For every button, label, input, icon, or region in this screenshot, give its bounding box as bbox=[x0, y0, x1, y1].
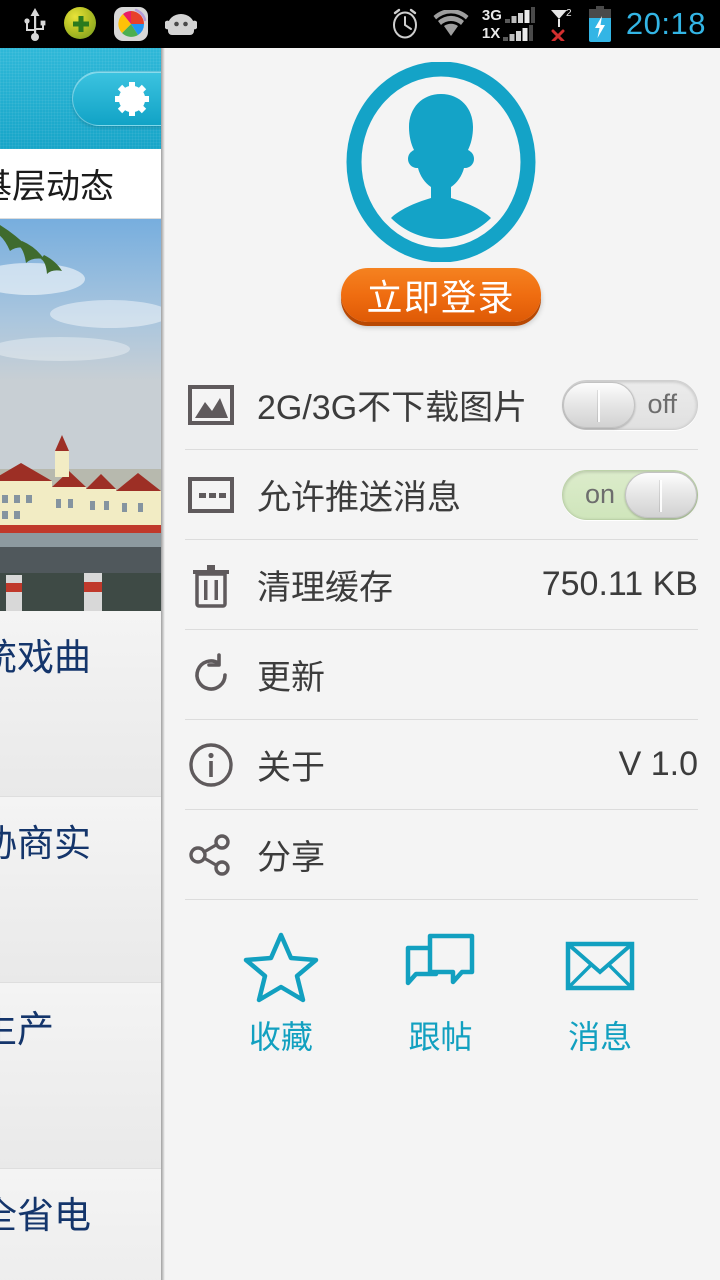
background-list-item-label: 全省电 bbox=[0, 1195, 91, 1236]
settings-gear-button[interactable] bbox=[72, 71, 161, 126]
background-article-photo bbox=[0, 219, 161, 611]
background-list-item-label: 协商实 bbox=[0, 823, 91, 864]
toggle-state-label: on bbox=[585, 479, 616, 509]
info-icon bbox=[185, 739, 237, 791]
settings-row-allow-push[interactable]: 允许推送消息 on bbox=[185, 450, 698, 540]
shortcut-favorites[interactable]: 收藏 bbox=[241, 930, 321, 1058]
background-list-item-label: 统戏曲 bbox=[0, 637, 91, 678]
battery-charging-icon bbox=[588, 6, 611, 42]
alarm-clock-icon bbox=[392, 8, 417, 39]
status-bar-right-icons: 3G 1X 2 20:18 bbox=[390, 6, 720, 42]
toggle-no-image-download[interactable]: off bbox=[562, 379, 698, 430]
toggle-state-label: off bbox=[647, 389, 677, 419]
settings-row-about[interactable]: 关于 V 1.0 bbox=[185, 720, 698, 810]
settings-row-label: 关于 bbox=[257, 749, 325, 787]
status-bar-left-icons bbox=[0, 7, 198, 41]
settings-row-label: 允许推送消息 bbox=[257, 479, 461, 517]
settings-panel: 立即登录 2G/3G不下载图片 off 允许推送消息 on 清理缓存 750.1… bbox=[161, 48, 720, 1280]
chat-icon bbox=[406, 933, 475, 986]
shortcut-label: 消息 bbox=[568, 1019, 633, 1055]
settings-row-no-image-download[interactable]: 2G/3G不下载图片 off bbox=[185, 360, 698, 450]
settings-row-share[interactable]: 分享 bbox=[185, 810, 698, 900]
phone-screen: 3G 1X 2 20:18 层动态 戏曲 商实 产 省电 立即登录 2G/3G不… bbox=[0, 0, 720, 1280]
status-bar-clock: 20:18 bbox=[625, 6, 706, 41]
bottom-shortcut-row: 收藏 跟帖 消息 bbox=[161, 900, 720, 1058]
toggle-knob[interactable] bbox=[625, 471, 697, 518]
push-message-icon bbox=[185, 469, 237, 521]
background-list-item-label: 生产 bbox=[0, 1009, 54, 1050]
avatar-container bbox=[161, 62, 720, 262]
security-app-icon bbox=[64, 7, 98, 41]
background-page-title-bar: 基层动态 bbox=[0, 149, 161, 219]
settings-row-label: 更新 bbox=[257, 659, 325, 697]
svg-text:2: 2 bbox=[566, 8, 572, 19]
toggle-knob[interactable] bbox=[563, 381, 635, 428]
background-list-item[interactable]: 协商实 bbox=[0, 797, 161, 983]
star-icon bbox=[243, 932, 319, 1003]
shortcut-messages[interactable]: 消息 bbox=[560, 930, 640, 1058]
wifi-icon bbox=[433, 10, 469, 36]
network-1x-label: 1X bbox=[481, 25, 501, 42]
background-page-title: 基层动态 bbox=[0, 168, 114, 206]
trash-icon bbox=[185, 559, 237, 611]
background-app-header bbox=[0, 48, 161, 149]
network-3g-label: 3G bbox=[481, 7, 502, 24]
background-content-panel[interactable]: 基层动态 bbox=[0, 48, 161, 1280]
image-icon bbox=[185, 379, 237, 431]
share-icon bbox=[185, 829, 237, 881]
background-list-item[interactable]: 全省电 bbox=[0, 1169, 161, 1280]
settings-row-clear-cache[interactable]: 清理缓存 750.11 KB bbox=[185, 540, 698, 630]
gear-icon bbox=[115, 81, 149, 116]
android-face-icon bbox=[165, 14, 197, 35]
refresh-icon bbox=[185, 649, 237, 701]
envelope-icon bbox=[565, 941, 635, 991]
settings-row-label: 分享 bbox=[257, 839, 325, 877]
login-button[interactable]: 立即登录 bbox=[340, 268, 541, 322]
usb-icon bbox=[24, 8, 46, 41]
background-list-item[interactable]: 统戏曲 bbox=[0, 611, 161, 797]
settings-rows-list: 2G/3G不下载图片 off 允许推送消息 on 清理缓存 750.11 KB … bbox=[161, 360, 720, 900]
cache-size-value: 750.11 KB bbox=[541, 565, 698, 603]
user-avatar-icon[interactable] bbox=[341, 62, 541, 262]
panel-edge-shadow bbox=[161, 48, 165, 1280]
background-list-item[interactable]: 生产 bbox=[0, 983, 161, 1169]
app-version-value: V 1.0 bbox=[618, 745, 698, 783]
signal-1x-icon bbox=[503, 25, 534, 41]
signal-3g-icon bbox=[504, 7, 535, 23]
shortcut-label: 收藏 bbox=[248, 1019, 313, 1055]
settings-row-label: 2G/3G不下载图片 bbox=[257, 389, 528, 427]
status-bar: 3G 1X 2 20:18 bbox=[0, 0, 720, 48]
colorful-app-icon bbox=[114, 7, 148, 41]
login-button-container: 立即登录 bbox=[161, 268, 720, 322]
signal-bars-group: 3G 1X bbox=[482, 7, 535, 41]
shortcut-comments[interactable]: 跟帖 bbox=[400, 930, 480, 1058]
settings-row-update[interactable]: 更新 bbox=[185, 630, 698, 720]
toggle-allow-push[interactable]: on bbox=[562, 469, 698, 520]
settings-row-label: 清理缓存 bbox=[257, 569, 393, 607]
shortcut-label: 跟帖 bbox=[408, 1019, 473, 1055]
no-service-icon: 2 bbox=[550, 8, 572, 41]
